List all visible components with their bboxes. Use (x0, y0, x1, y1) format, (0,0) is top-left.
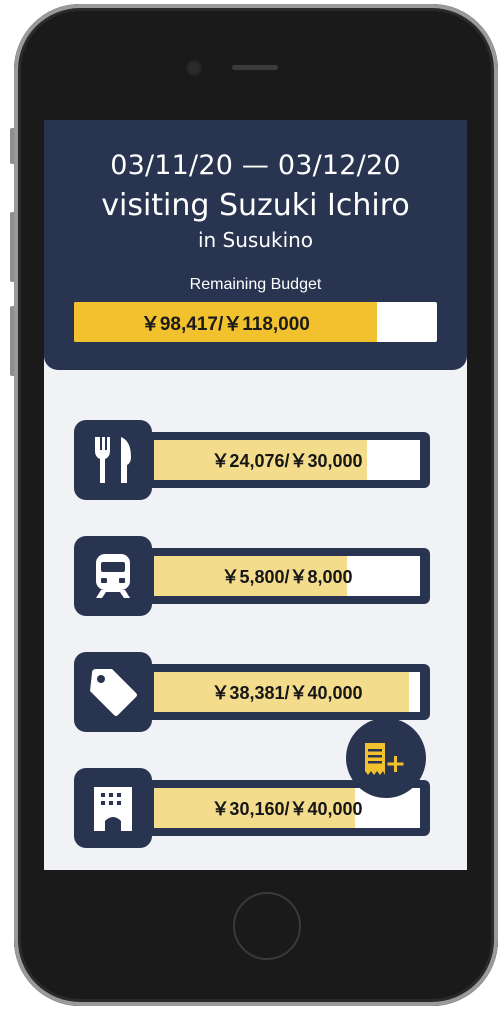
remaining-budget-value: ￥98,417/￥118,000 (140, 313, 310, 335)
train-icon (74, 536, 152, 616)
remaining-budget-bar: ￥98,417/￥118,000 (74, 302, 437, 342)
category-transport[interactable]: ￥5,800/￥8,000 (74, 536, 430, 618)
category-pill: ￥38,381/￥40,000 (134, 664, 430, 720)
trip-dates: 03/11/20 — 03/12/20 (110, 150, 401, 181)
trip-title: visiting Suzuki Ichiro (101, 188, 410, 223)
add-receipt-button[interactable] (346, 718, 426, 798)
add-receipt-icon (365, 743, 404, 775)
trip-location: in Susukino (197, 228, 314, 252)
trip-header: 03/11/20 — 03/12/20 visiting Suzuki Ichi… (44, 120, 467, 370)
category-value: ￥24,076/￥30,000 (211, 451, 363, 471)
remaining-budget-label: Remaining Budget (189, 276, 322, 293)
category-value: ￥5,800/￥8,000 (221, 567, 353, 587)
category-bar: ￥5,800/￥8,000 (154, 556, 420, 596)
category-bar: ￥38,381/￥40,000 (154, 672, 420, 712)
fork-knife-icon (74, 420, 152, 500)
front-camera (188, 62, 200, 74)
price-tag-icon (74, 652, 152, 732)
category-pill: ￥24,076/￥30,000 (134, 432, 430, 488)
category-food[interactable]: ￥24,076/￥30,000 (74, 420, 430, 502)
category-value: ￥38,381/￥40,000 (211, 683, 363, 703)
home-button[interactable] (233, 892, 301, 960)
earpiece-speaker (232, 65, 278, 70)
category-pill: ￥5,800/￥8,000 (134, 548, 430, 604)
hotel-building-icon (74, 768, 152, 848)
category-bar: ￥24,076/￥30,000 (154, 440, 420, 480)
app-screen: 03/11/20 — 03/12/20 visiting Suzuki Ichi… (44, 120, 467, 870)
